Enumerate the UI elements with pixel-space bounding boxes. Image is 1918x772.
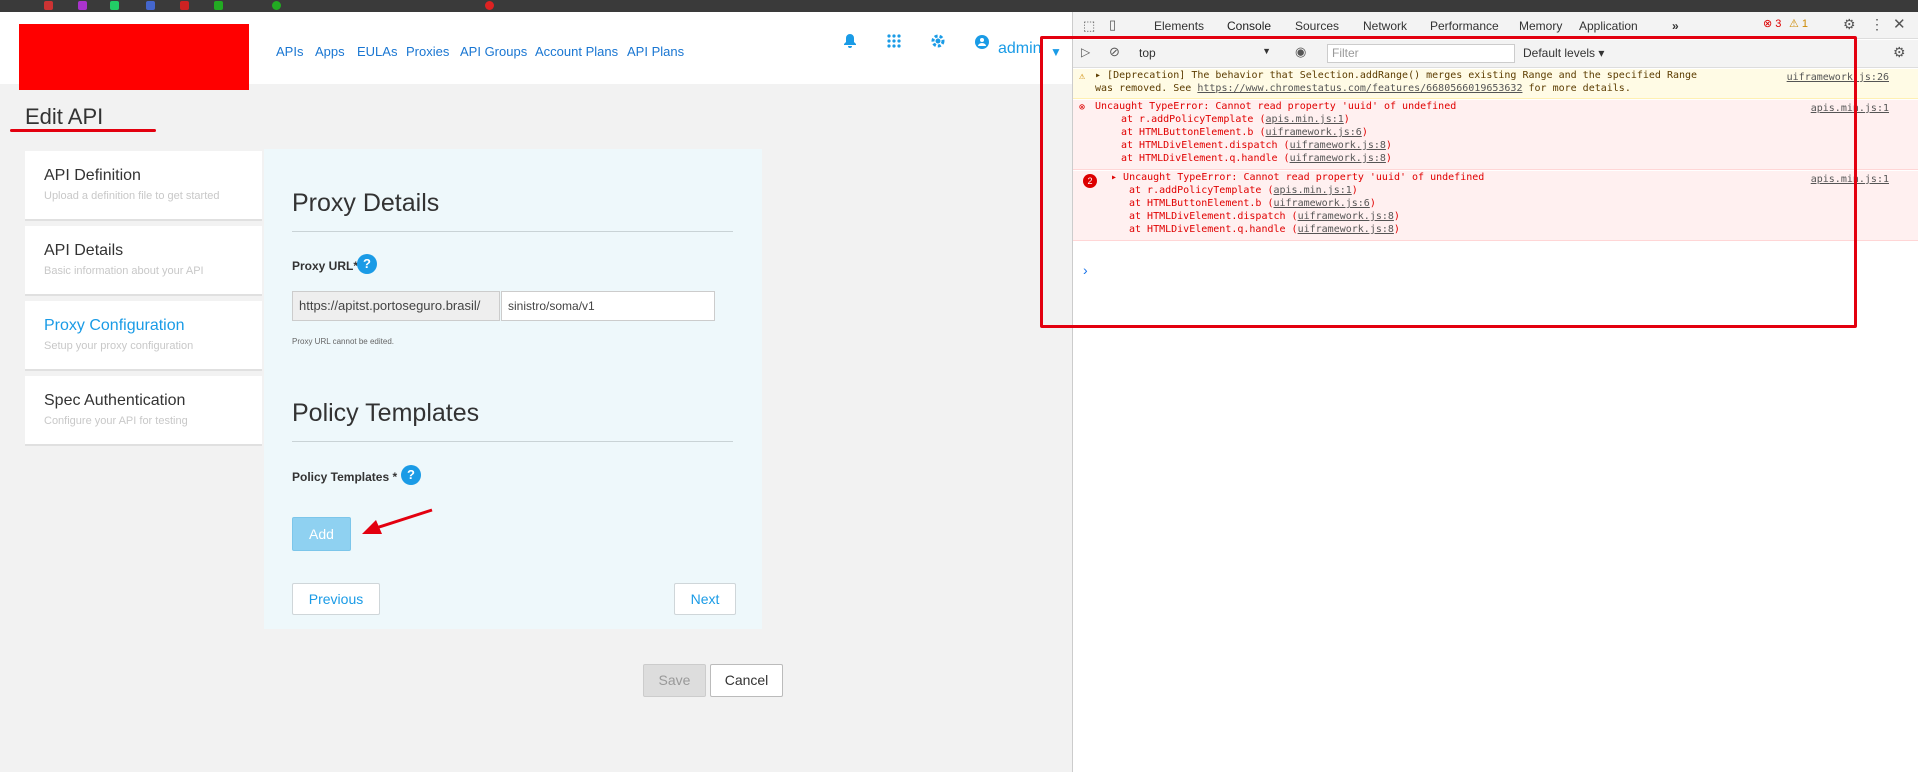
nav-apis[interactable]: APIs [276, 44, 303, 59]
bookmark-icon[interactable] [110, 1, 119, 10]
bookmark-icon[interactable] [180, 1, 189, 10]
help-icon[interactable]: ? [357, 254, 377, 274]
error-count-badge[interactable]: ⊗ 3 [1763, 17, 1781, 30]
nav-eulas[interactable]: EULAs [357, 44, 397, 59]
save-button[interactable]: Save [643, 664, 706, 697]
step-api-details[interactable]: API Details Basic information about your… [25, 226, 262, 296]
bookmark-icon[interactable] [44, 1, 53, 10]
annotation-underline [10, 129, 156, 132]
device-toggle-icon[interactable]: ▯ [1109, 17, 1116, 33]
bookmark-icon[interactable] [78, 1, 87, 10]
app-area: APIs Apps EULAs Proxies API Groups Accou… [0, 12, 1072, 772]
bookmark-icon[interactable] [272, 1, 281, 10]
policy-templates-label: Policy Templates * [292, 470, 398, 484]
settings-gear-icon[interactable]: ⚙ [1843, 16, 1856, 33]
step-title: Proxy Configuration [44, 317, 185, 334]
help-icon[interactable]: ? [401, 465, 421, 485]
apps-grid-icon[interactable] [884, 32, 904, 56]
proxy-url-prefix: https://apitst.portoseguro.brasil/ [292, 291, 500, 321]
gear-icon[interactable] [928, 32, 948, 56]
warning-count: 1 [1801, 18, 1809, 30]
step-title: API Definition [44, 167, 141, 184]
nav-api-plans[interactable]: API Plans [627, 44, 684, 59]
close-icon[interactable]: ✕ [1893, 15, 1906, 33]
inspect-icon[interactable]: ⬚ [1083, 18, 1095, 34]
console-settings-icon[interactable]: ⚙ [1893, 44, 1906, 61]
proxy-url-label: Proxy URL* [292, 259, 359, 273]
step-api-definition[interactable]: API Definition Upload a definition file … [25, 151, 262, 221]
error-count: 3 [1775, 18, 1782, 30]
step-subtitle: Upload a definition file to get started [44, 190, 220, 202]
step-title: API Details [44, 242, 124, 259]
bell-icon[interactable] [840, 32, 860, 56]
tab-console[interactable]: Console [1227, 19, 1271, 33]
step-subtitle: Basic information about your API [44, 265, 204, 277]
tab-application[interactable]: Application [1579, 19, 1638, 33]
step-subtitle: Configure your API for testing [44, 415, 188, 427]
divider [292, 231, 733, 232]
step-spec-authentication[interactable]: Spec Authentication Configure your API f… [25, 376, 262, 446]
page-title: Edit API [25, 104, 104, 129]
nav-apps[interactable]: Apps [315, 44, 345, 59]
step-subtitle: Setup your proxy configuration [44, 340, 194, 352]
previous-button[interactable]: Previous [292, 583, 380, 615]
warning-count-badge[interactable]: ⚠ 1 [1789, 17, 1808, 30]
divider [292, 441, 733, 442]
tab-performance[interactable]: Performance [1430, 19, 1499, 33]
proxy-config-panel: Proxy Details Proxy URL* ? https://apits… [264, 149, 762, 629]
nav-account-plans[interactable]: Account Plans [535, 44, 618, 59]
tab-elements[interactable]: Elements [1154, 19, 1204, 33]
devtools-tabbar: ⬚ ▯ Elements Console Sources Network Per… [1073, 12, 1918, 39]
proxy-details-heading: Proxy Details [292, 189, 440, 217]
bookmark-icon[interactable] [214, 1, 223, 10]
app-header: APIs Apps EULAs Proxies API Groups Accou… [0, 12, 1072, 90]
policy-templates-heading: Policy Templates [292, 399, 480, 427]
browser-bookmark-strip [0, 0, 1918, 12]
proxy-url-input[interactable]: sinistro/soma/v1 [501, 291, 715, 321]
proxy-url-note: Proxy URL cannot be edited. [292, 337, 394, 346]
add-policy-template-button[interactable]: Add [292, 517, 351, 551]
bookmark-icon[interactable] [485, 1, 494, 10]
step-title: Spec Authentication [44, 392, 186, 409]
next-button[interactable]: Next [674, 583, 736, 615]
nav-proxies[interactable]: Proxies [406, 44, 449, 59]
annotation-box [1040, 36, 1857, 328]
logo[interactable] [19, 24, 249, 90]
step-proxy-configuration[interactable]: Proxy Configuration Setup your proxy con… [25, 301, 262, 371]
bookmark-icon[interactable] [146, 1, 155, 10]
annotation-arrow [362, 508, 433, 534]
tab-network[interactable]: Network [1363, 19, 1407, 33]
tab-memory[interactable]: Memory [1519, 19, 1562, 33]
cancel-button[interactable]: Cancel [710, 664, 783, 697]
user-menu[interactable]: admin [998, 40, 1042, 58]
tab-sources[interactable]: Sources [1295, 19, 1339, 33]
kebab-menu-icon[interactable]: ⋮ [1870, 16, 1884, 33]
more-tabs-icon[interactable]: » [1672, 19, 1679, 33]
nav-api-groups[interactable]: API Groups [460, 44, 527, 59]
user-icon[interactable] [972, 32, 992, 56]
